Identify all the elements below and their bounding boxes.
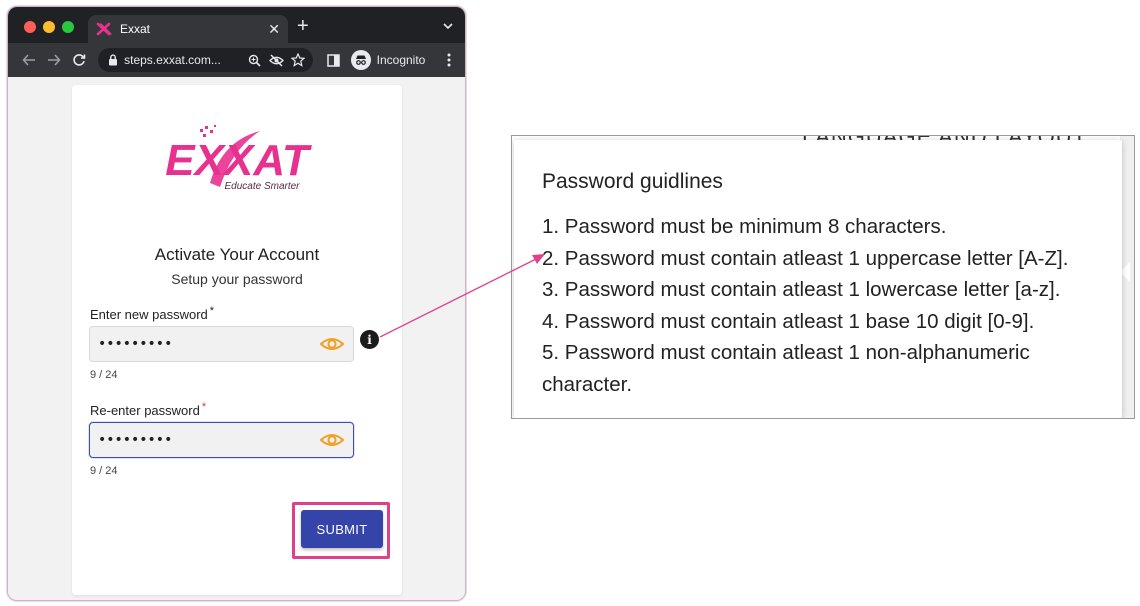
show-password-eye-icon[interactable]: [319, 335, 345, 353]
eye-off-icon[interactable]: [267, 51, 285, 69]
logo-tagline: Educate Smarter: [224, 181, 300, 192]
show-password-eye-icon[interactable]: [319, 431, 345, 449]
close-window-button[interactable]: [24, 21, 36, 33]
reenter-password-field[interactable]: [89, 422, 354, 458]
logo-wordmark: EXXAT: [165, 136, 312, 185]
incognito-icon: [350, 50, 371, 70]
guideline-item: 1. Password must be minimum 8 characters…: [542, 215, 947, 238]
page-subtitle: Setup your password: [171, 271, 303, 287]
new-password-input[interactable]: [98, 336, 319, 352]
guideline-item: 2. Password must contain atleast 1 upper…: [542, 246, 1069, 270]
new-password-label: Enter new password *: [90, 305, 214, 322]
reenter-password-label: Re-enter password *: [90, 401, 206, 418]
close-tab-icon[interactable]: ✕: [268, 21, 280, 38]
browser-tab-exxat[interactable]: Exxat ✕: [88, 15, 288, 43]
incognito-label: Incognito: [376, 53, 426, 67]
tab-bar: Exxat ✕ +: [8, 7, 465, 43]
side-panel-icon[interactable]: [321, 47, 346, 73]
back-arrow-icon[interactable]: [16, 47, 41, 73]
guideline-item: 5. Password must contain atleast 1 non-a…: [542, 341, 1030, 396]
new-password-label-text: Enter new password: [90, 307, 208, 322]
required-marker: *: [201, 401, 207, 413]
password-guidelines-tooltip: Password guidlines 1. Password must be m…: [514, 140, 1122, 418]
reenter-password-char-counter: 9 / 24: [90, 465, 118, 477]
password-guidelines-zoom-panel: LANGUAGE AND LAYOUT Password guidlines 1…: [511, 135, 1135, 419]
guideline-list: 1. Password must be minimum 8 characters…: [542, 211, 1102, 400]
lock-icon: [109, 54, 118, 66]
address-bar[interactable]: steps.exxat.com...: [98, 48, 314, 72]
tooltip-title: Password guidlines: [542, 170, 723, 193]
page-title: Activate Your Account: [154, 245, 320, 264]
browser-toolbar: steps.exxat.com... Incognito: [8, 43, 465, 77]
bookmark-star-icon[interactable]: [289, 51, 307, 69]
incognito-badge[interactable]: Incognito: [350, 48, 432, 72]
reenter-password-input[interactable]: [98, 432, 319, 448]
new-tab-icon[interactable]: +: [297, 16, 309, 36]
new-password-char-counter: 9 / 24: [90, 369, 118, 381]
exxat-logo: EXXAT Educate Smarter: [165, 125, 312, 192]
new-password-field[interactable]: [89, 326, 354, 362]
submit-button[interactable]: SUBMIT: [301, 510, 383, 548]
exxat-favicon-icon: [96, 22, 112, 36]
reenter-password-label-text: Re-enter password: [90, 403, 200, 418]
tab-search-chevron-icon[interactable]: [443, 21, 453, 31]
forward-arrow-icon[interactable]: [41, 47, 66, 73]
guideline-item: 4. Password must contain atleast 1 base …: [542, 309, 1035, 333]
tab-title: Exxat: [120, 22, 151, 36]
minimize-window-button[interactable]: [43, 21, 55, 33]
guideline-item: 3. Password must contain atleast 1 lower…: [542, 278, 1061, 301]
reload-icon[interactable]: [67, 47, 92, 73]
maximize-window-button[interactable]: [62, 21, 74, 33]
url-text: steps.exxat.com...: [124, 53, 221, 67]
password-info-icon[interactable]: i: [360, 330, 379, 349]
activation-card: EXXAT Educate Smarter Activate Your Acco…: [72, 85, 402, 595]
page-viewport: EXXAT Educate Smarter Activate Your Acco…: [8, 77, 465, 600]
more-options-icon[interactable]: [441, 47, 457, 73]
zoom-icon[interactable]: [245, 51, 263, 69]
required-marker: *: [209, 305, 215, 317]
browser-window: Exxat ✕ + steps.exxat.com... Incognito E…: [7, 6, 466, 601]
